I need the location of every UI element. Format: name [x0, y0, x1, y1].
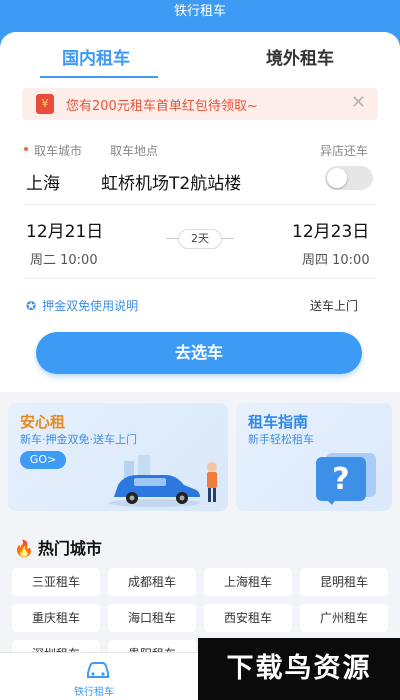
rental-guide-card[interactable]: 租车指南 新手轻松租车 ? [236, 403, 392, 511]
app-title: 铁行租车 [173, 4, 226, 19]
car-icon[interactable] [86, 659, 110, 681]
anxin-subtitle: 新车·押金双免·送车上门 [20, 433, 137, 446]
question-bubble-icon: ? [316, 453, 376, 505]
tab-overseas[interactable]: 境外租车 [266, 44, 334, 69]
divider [24, 278, 376, 279]
rental-duration: 2天 [178, 229, 222, 249]
required-dot-icon [24, 147, 28, 151]
city-chip[interactable]: 三亚租车 [12, 568, 100, 596]
flame-icon: 🔥 [14, 539, 34, 558]
deposit-info-link[interactable]: ✪ 押金双免使用说明 [26, 297, 138, 314]
car-illustration-icon [108, 455, 217, 507]
booking-card: 国内租车 境外租车 ¥ 您有200元租车首单红包待领取~ ✕ 取车城市 取车地点… [0, 32, 400, 392]
city-chip[interactable]: 上海租车 [204, 568, 292, 596]
hot-cities-heading: 🔥 热门城市 [14, 535, 102, 559]
city-chip[interactable]: 西安租车 [204, 604, 292, 632]
anxin-rental-card[interactable]: 安心租 新车·押金双免·送车上门 GO> [8, 403, 228, 511]
tab-bar: 国内租车 境外租车 [0, 32, 400, 78]
guide-subtitle: 新手轻松租车 [248, 433, 314, 446]
pickup-city-label: 取车城市 [34, 144, 83, 158]
duration-line-left [166, 238, 178, 239]
svg-text:?: ? [332, 462, 349, 497]
coupon-banner[interactable]: ¥ 您有200元租车首单红包待领取~ ✕ [22, 88, 378, 120]
pickup-city[interactable]: 上海 [26, 169, 60, 194]
city-chip[interactable]: 成都租车 [108, 568, 196, 596]
city-chip[interactable]: 昆明租车 [300, 568, 388, 596]
delivery-option[interactable]: 送车上门 [310, 297, 358, 314]
app-title-bar: 铁行租车 [0, 0, 400, 26]
red-envelope-icon: ¥ [36, 94, 54, 114]
return-other-label: 异店还车 [320, 144, 369, 158]
start-time[interactable]: 周二 10:00 [30, 249, 98, 268]
end-date[interactable]: 12月23日 [292, 217, 369, 242]
go-button[interactable]: GO> [20, 451, 66, 469]
city-chip[interactable]: 广州租车 [300, 604, 388, 632]
duration-line-right [222, 238, 234, 239]
city-chip[interactable]: 重庆租车 [12, 604, 100, 632]
city-chip[interactable]: 海口租车 [108, 604, 196, 632]
deposit-icon: ✪ [26, 299, 37, 313]
nav-home-label[interactable]: 铁行租车 [74, 683, 114, 698]
divider [24, 204, 376, 205]
watermark: 下载鸟资源 [198, 638, 400, 700]
pickup-location-label: 取车地点 [110, 144, 159, 158]
return-other-toggle[interactable] [325, 166, 373, 190]
end-time[interactable]: 周四 10:00 [302, 249, 370, 268]
guide-title: 租车指南 [248, 413, 309, 431]
toggle-knob [327, 168, 347, 188]
active-tab-indicator [40, 76, 158, 78]
pickup-location[interactable]: 虹桥机场T2航站楼 [101, 169, 241, 194]
close-icon[interactable]: ✕ [351, 92, 366, 113]
anxin-title: 安心租 [20, 413, 66, 431]
deposit-text: 押金双免使用说明 [42, 299, 139, 313]
hot-cities-title: 热门城市 [37, 539, 102, 558]
tab-domestic[interactable]: 国内租车 [62, 44, 130, 69]
coupon-text: 您有200元租车首单红包待领取~ [66, 99, 258, 114]
start-date[interactable]: 12月21日 [26, 217, 103, 242]
choose-car-button[interactable]: 去选车 [36, 332, 362, 374]
